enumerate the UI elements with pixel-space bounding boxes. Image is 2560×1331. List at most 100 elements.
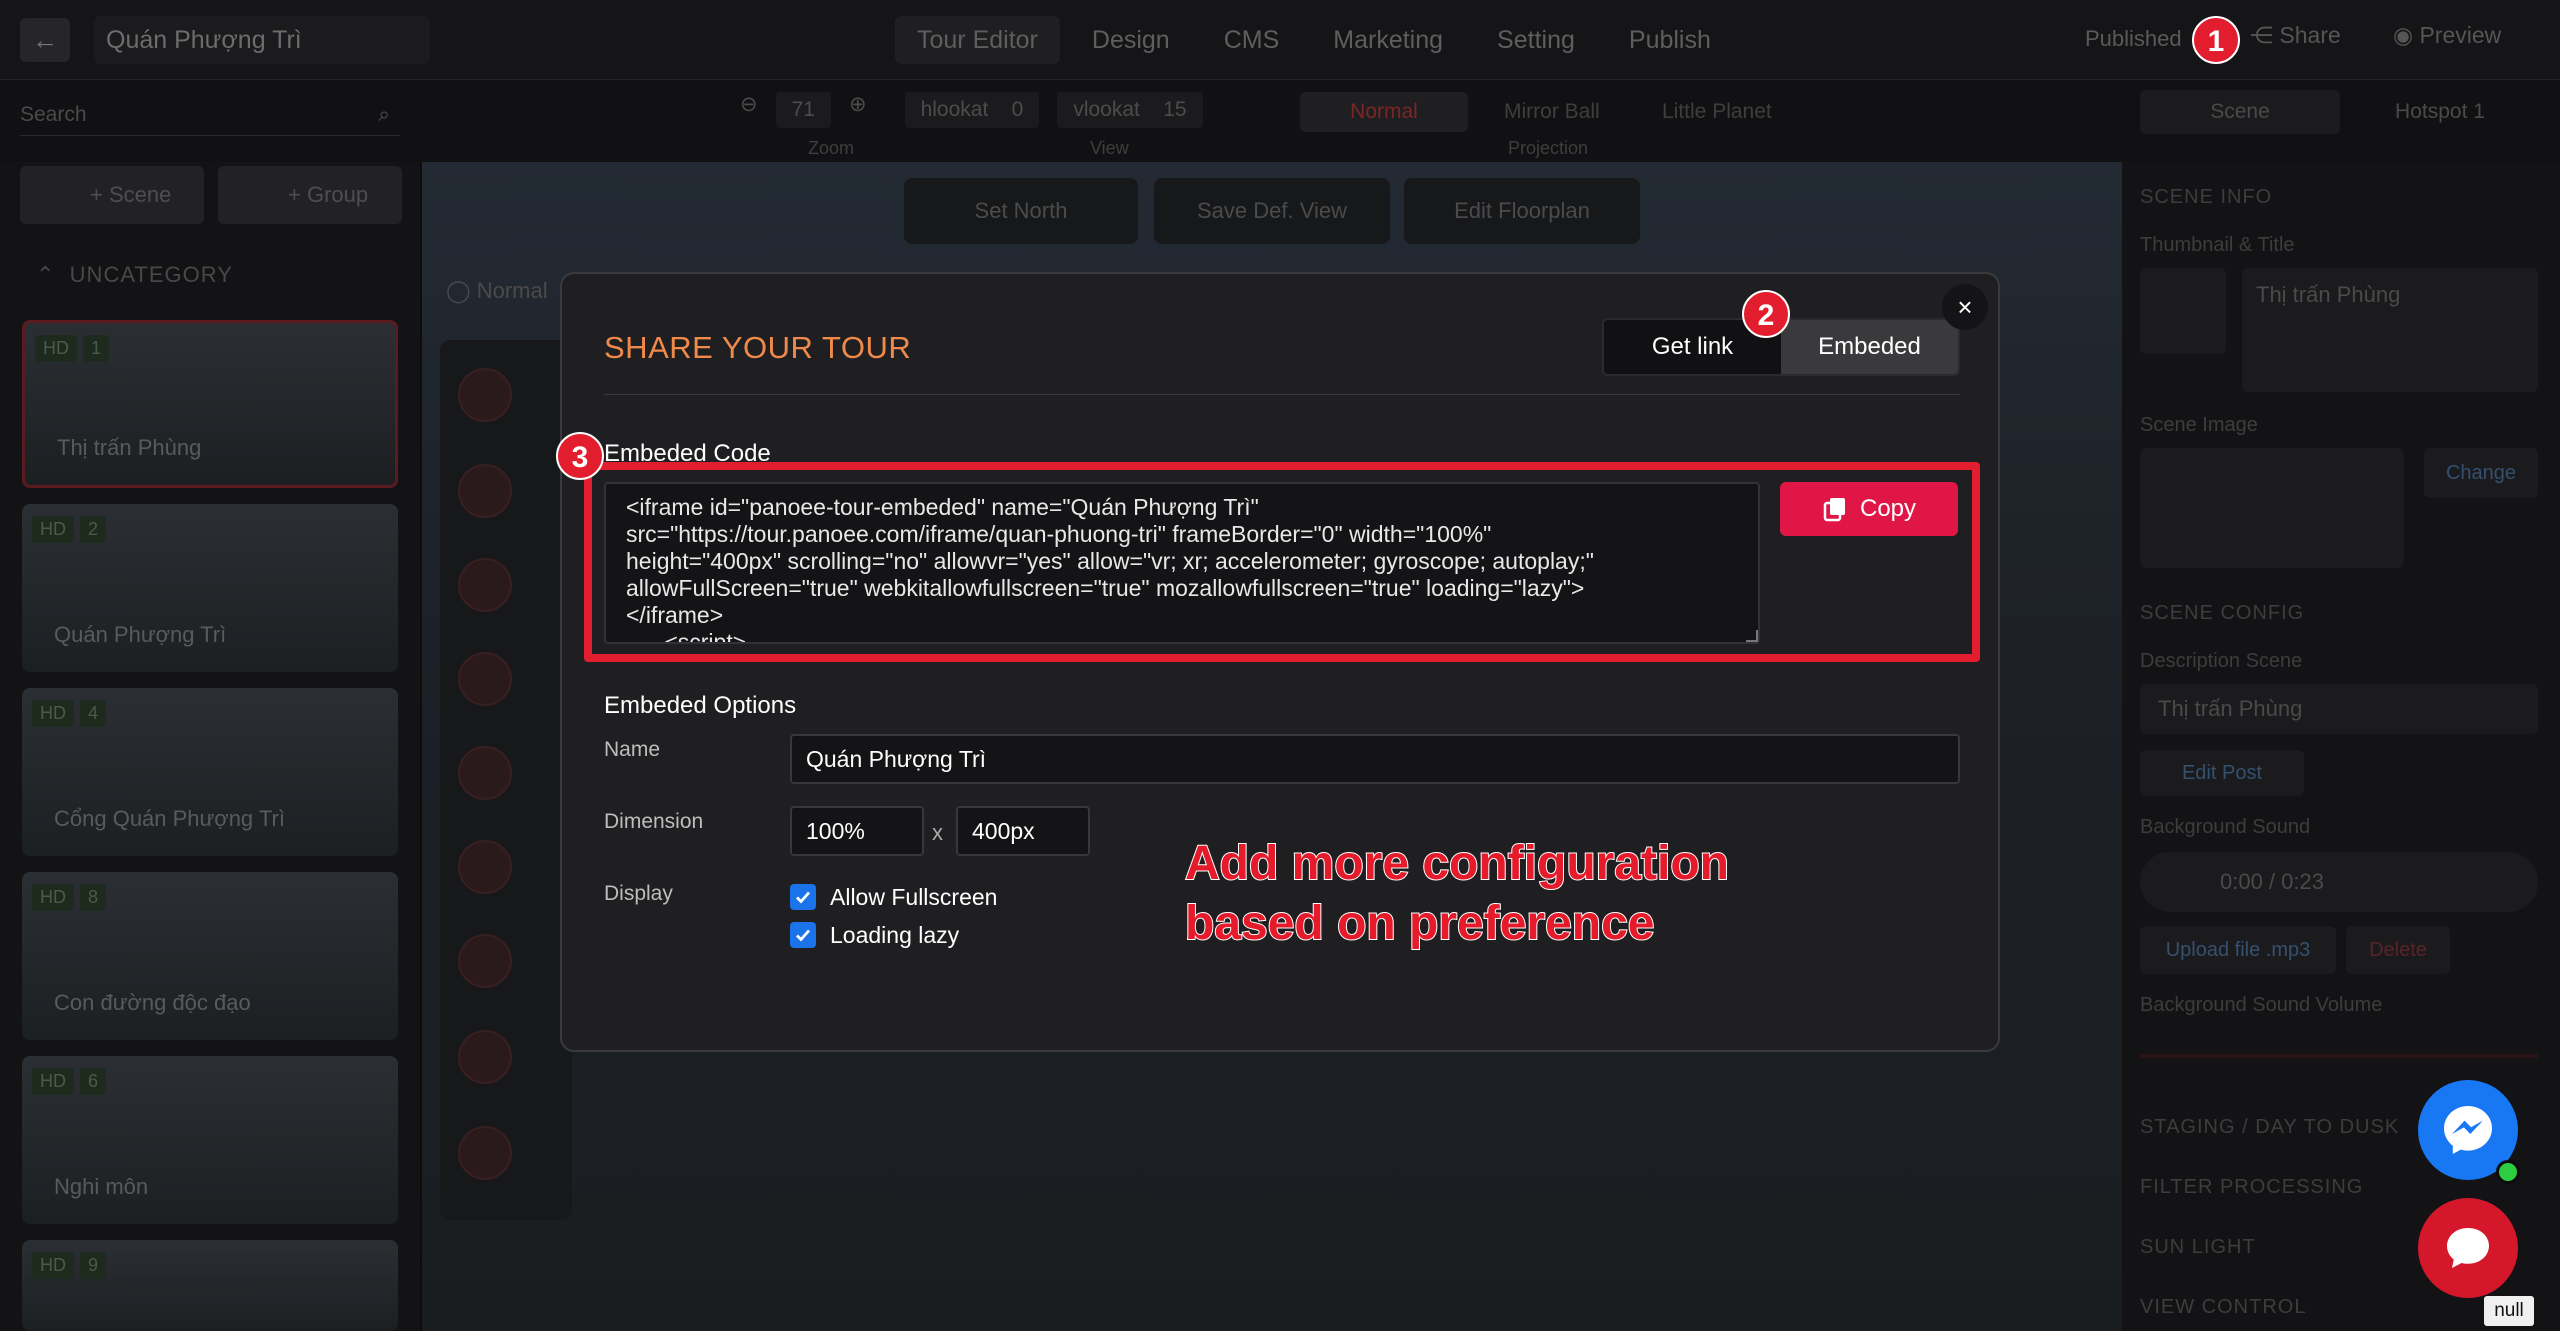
filter-processing-header[interactable]: FILTER PROCESSING (2140, 1176, 2363, 1199)
nav-marketing[interactable]: Marketing (1311, 16, 1465, 64)
display-label: Display (604, 882, 673, 905)
photo-icon[interactable] (458, 464, 512, 518)
search-input[interactable]: Search ⌕ (20, 94, 400, 136)
shirt-icon[interactable] (458, 1030, 512, 1084)
video-icon[interactable] (458, 746, 512, 800)
change-image-button[interactable]: Change (2424, 448, 2538, 498)
scene-card[interactable]: HD 1 Thị trấn Phùng (22, 320, 398, 488)
zoom-in-icon[interactable]: ⊕ (849, 92, 867, 128)
description-scene-select[interactable]: Thị trấn Phùng (2140, 684, 2538, 734)
link-icon[interactable] (458, 934, 512, 988)
view-controls: ⊖ 71 ⊕ hlookat 0 vlookat 15 (740, 92, 1203, 128)
image-icon[interactable] (458, 652, 512, 706)
step-marker-1: 1 (2192, 16, 2240, 64)
scene-card[interactable]: HD 6 Nghi môn (22, 1056, 398, 1224)
modal-divider (604, 394, 1960, 395)
checkmark-icon (796, 891, 811, 904)
step-marker-3: 3 (556, 432, 604, 480)
scene-number: 9 (80, 1252, 107, 1279)
preview-button[interactable]: ◉ Preview (2393, 22, 2501, 49)
person-icon[interactable] (458, 1126, 512, 1180)
nav-tour-editor[interactable]: Tour Editor (895, 16, 1060, 64)
audio-player[interactable]: 0:00 / 0:23 (2140, 852, 2538, 912)
scene-title-input[interactable]: Thị trấn Phùng (2242, 268, 2538, 392)
zoom-label: Zoom (808, 138, 855, 158)
loading-lazy-checkbox[interactable] (790, 922, 816, 948)
upload-mp3-button[interactable]: Upload file .mp3 (2140, 926, 2336, 974)
set-north-button[interactable]: Set North (904, 178, 1138, 244)
width-input[interactable]: 100% (790, 806, 924, 856)
hlookat-value[interactable]: 0 (1012, 98, 1024, 121)
description-scene-label: Description Scene (2140, 650, 2303, 672)
vlookat-value[interactable]: 15 (1163, 98, 1186, 121)
right-tabs: Scene Hotspot 1 (2140, 90, 2540, 134)
category-header[interactable]: ⌃ UNCATEGORY (36, 262, 233, 288)
projection-little-planet[interactable]: Little Planet (1662, 100, 1772, 124)
annotation-line-1: Add more configuration (1184, 836, 1730, 891)
height-input[interactable]: 400px (956, 806, 1090, 856)
scene-card[interactable]: HD 9 (22, 1240, 398, 1331)
view-label: View (1090, 138, 1129, 158)
modal-title: SHARE YOUR TOUR (604, 330, 912, 365)
top-nav: Tour Editor Design CMS Marketing Setting… (895, 16, 1733, 64)
tab-hotspot-label: Hotspot (2395, 100, 2468, 123)
nav-cms[interactable]: CMS (1202, 16, 1302, 64)
add-scene-button[interactable]: + Scene (20, 166, 204, 224)
nav-design[interactable]: Design (1070, 16, 1192, 64)
edit-floorplan-button[interactable]: Edit Floorplan (1404, 178, 1640, 244)
save-default-view-button[interactable]: Save Def. View (1154, 178, 1390, 244)
zoom-out-icon[interactable]: ⊖ (740, 92, 758, 128)
volume-slider[interactable] (2140, 1054, 2538, 1058)
sun-light-header[interactable]: SUN LIGHT (2140, 1236, 2256, 1259)
location-icon[interactable] (458, 368, 512, 422)
add-group-button[interactable]: + Group (218, 166, 402, 224)
tab-scene[interactable]: Scene (2140, 90, 2340, 134)
scene-image-preview (2140, 448, 2404, 568)
scene-config-header[interactable]: SCENE CONFIG (2140, 602, 2304, 625)
scene-image-label: Scene Image (2140, 414, 2258, 436)
scene-number: 1 (83, 335, 110, 362)
nav-setting[interactable]: Setting (1475, 16, 1597, 64)
staging-header[interactable]: STAGING / DAY TO DUSK (2140, 1116, 2399, 1139)
projection-normal[interactable]: Normal (1300, 92, 1468, 132)
canvas-mode[interactable]: ◯ Normal (446, 278, 548, 304)
search-icon: ⌕ (378, 103, 390, 126)
delete-sound-button[interactable]: Delete (2346, 926, 2450, 974)
published-status: Published (2085, 26, 2182, 51)
music-icon[interactable] (458, 840, 512, 894)
scene-card[interactable]: HD 8 Con đường độc đạo (22, 872, 398, 1040)
loading-lazy-label: Loading lazy (830, 922, 960, 948)
scene-card[interactable]: HD 4 Cổng Quán Phượng Trì (22, 688, 398, 856)
tab-embeded[interactable]: Embeded (1781, 320, 1958, 374)
close-button[interactable]: × (1942, 284, 1988, 330)
scene-info-header[interactable]: SCENE INFO (2140, 186, 2272, 209)
zoom-value[interactable]: 71 (775, 92, 831, 128)
edit-post-button[interactable]: Edit Post (2140, 750, 2304, 796)
scene-number: 2 (80, 516, 107, 543)
share-button[interactable]: ⋲ Share (2250, 22, 2341, 49)
projection-mirror-ball[interactable]: Mirror Ball (1504, 100, 1600, 124)
scene-name: Quán Phượng Trì (54, 622, 227, 647)
embeded-options-label: Embeded Options (604, 692, 797, 719)
chat-button[interactable] (2418, 1198, 2518, 1298)
gallery-icon[interactable] (458, 558, 512, 612)
back-button[interactable]: ← (20, 18, 70, 62)
annotation-callout: Add more configuration based on preferen… (1184, 834, 1730, 954)
allow-fullscreen-checkbox[interactable] (790, 884, 816, 910)
hd-badge: HD (32, 1068, 74, 1095)
messenger-icon (2444, 1106, 2492, 1154)
scene-name: Nghi môn (54, 1174, 149, 1199)
annotation-line-2: based on preference (1184, 896, 1655, 951)
scene-thumbnail[interactable] (2140, 268, 2226, 354)
name-input[interactable]: Quán Phượng Trì (790, 734, 1960, 784)
scene-card[interactable]: HD 2 Quán Phượng Trì (22, 504, 398, 672)
audio-time: 0:00 / 0:23 (2220, 869, 2324, 894)
share-icon: ⋲ (2250, 22, 2280, 48)
category-label: UNCATEGORY (69, 262, 233, 287)
step-marker-2: 2 (1742, 290, 1790, 338)
hd-badge: HD (32, 884, 74, 911)
scene-name: Cổng Quán Phượng Trì (54, 806, 285, 831)
view-control-header[interactable]: VIEW CONTROL (2140, 1296, 2306, 1319)
nav-publish[interactable]: Publish (1607, 16, 1733, 64)
tab-hotspot[interactable]: Hotspot 1 (2340, 90, 2540, 134)
